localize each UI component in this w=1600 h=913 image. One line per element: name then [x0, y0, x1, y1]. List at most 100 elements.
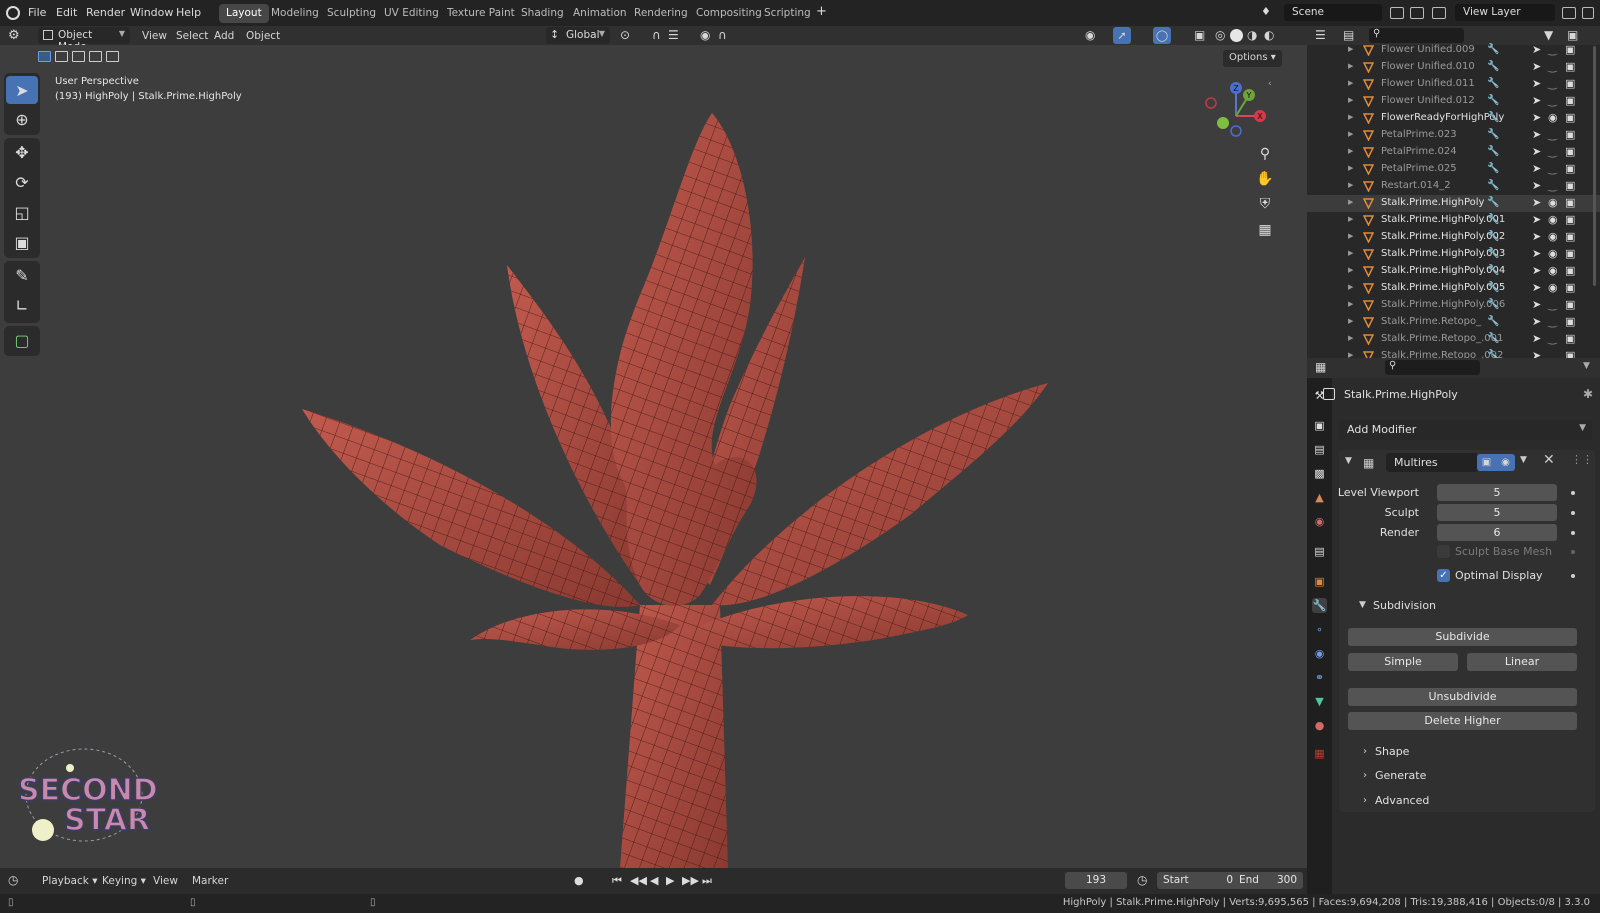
- editor-type-icon[interactable]: ⚙: [8, 28, 20, 43]
- 3d-viewport[interactable]: User Perspective (193) HighPoly | Stalk.…: [0, 45, 1307, 868]
- modifier-icon[interactable]: 🔧: [1487, 214, 1499, 225]
- jump-start-icon[interactable]: ⏮: [612, 874, 622, 888]
- modifier-icon[interactable]: 🔧: [1487, 129, 1499, 140]
- optimal-display-checkbox[interactable]: ✓: [1437, 569, 1450, 582]
- outliner-editor-icon[interactable]: ☰: [1315, 28, 1326, 42]
- properties-editor-icon[interactable]: ▦: [1315, 360, 1326, 374]
- menu-render[interactable]: Render: [86, 6, 125, 19]
- visibility-eye-icon[interactable]: ◉: [1548, 230, 1558, 243]
- modifier-icon[interactable]: 🔧: [1487, 265, 1499, 276]
- visibility-eye-icon[interactable]: ‿: [1548, 145, 1557, 158]
- shape-section[interactable]: Shape: [1375, 745, 1409, 758]
- selectable-arrow-icon[interactable]: ➤: [1532, 94, 1541, 107]
- visibility-eye-icon[interactable]: ‿: [1548, 315, 1557, 328]
- expand-arrow-icon[interactable]: ▶: [1348, 317, 1353, 325]
- menu-file[interactable]: File: [28, 6, 46, 19]
- remove-view-layer-icon[interactable]: [1582, 7, 1594, 19]
- menu-object[interactable]: Object: [246, 30, 280, 42]
- selectable-arrow-icon[interactable]: ➤: [1532, 315, 1541, 328]
- render-camera-icon[interactable]: ▣: [1565, 281, 1575, 294]
- visibility-eye-icon[interactable]: ‿: [1548, 43, 1557, 56]
- selectable-arrow-icon[interactable]: ➤: [1532, 162, 1541, 175]
- simple-button[interactable]: Simple: [1348, 653, 1458, 671]
- visibility-eye-icon[interactable]: ◉: [1548, 281, 1558, 294]
- expand-arrow-icon[interactable]: ▶: [1348, 266, 1353, 274]
- view-layer-icon[interactable]: [1432, 7, 1446, 19]
- render-camera-icon[interactable]: ▣: [1565, 349, 1575, 358]
- scene-selector[interactable]: Scene: [1284, 4, 1382, 21]
- modifier-icon[interactable]: 🔧: [1487, 180, 1499, 191]
- render-camera-icon[interactable]: ▣: [1565, 128, 1575, 141]
- visibility-eye-icon[interactable]: ‿: [1548, 298, 1557, 311]
- render-camera-icon[interactable]: ▣: [1565, 196, 1575, 209]
- render-camera-icon[interactable]: ▣: [1565, 213, 1575, 226]
- render-camera-icon[interactable]: ▣: [1565, 145, 1575, 158]
- expand-arrow-icon[interactable]: ▶: [1348, 351, 1353, 358]
- outliner-row[interactable]: ▶ Stalk.Prime.HighPoly 🔧 ➤ ◉ ▣: [1307, 195, 1600, 212]
- collection-tab-icon[interactable]: ▤: [1312, 544, 1327, 559]
- gizmo-toggle-icon[interactable]: ➚: [1113, 27, 1131, 44]
- keying-menu[interactable]: Keying ▾: [102, 875, 146, 887]
- modifier-icon[interactable]: 🔧: [1487, 231, 1499, 242]
- expand-arrow-icon[interactable]: ▶: [1348, 45, 1353, 53]
- tab-shading[interactable]: Shading: [514, 4, 571, 23]
- current-frame-field[interactable]: 193: [1065, 872, 1127, 889]
- render-camera-icon[interactable]: ▣: [1565, 230, 1575, 243]
- modifier-icon[interactable]: 🔧: [1487, 333, 1499, 344]
- playback-menu[interactable]: Playback ▾: [42, 875, 97, 887]
- outliner-search-input[interactable]: ⚲: [1369, 28, 1464, 43]
- modifier-icon[interactable]: 🔧: [1487, 299, 1499, 310]
- show-render-icon[interactable]: ◉: [1496, 454, 1515, 471]
- outliner-row[interactable]: ▶ Flower Unified.009 🔧 ➤ ‿ ▣: [1307, 42, 1600, 59]
- orientation-dropdown[interactable]: ↕ Global ▼: [546, 27, 610, 44]
- tab-modeling[interactable]: Modeling: [264, 4, 326, 23]
- modifier-name-field[interactable]: Multires: [1386, 453, 1478, 472]
- modifier-icon[interactable]: 🔧: [1487, 282, 1499, 293]
- visibility-eye-icon[interactable]: ‿: [1548, 349, 1557, 358]
- selectable-arrow-icon[interactable]: ➤: [1532, 60, 1541, 73]
- expand-arrow-icon[interactable]: ▶: [1348, 249, 1353, 257]
- output-tab-icon[interactable]: ▤: [1312, 442, 1327, 457]
- prev-keyframe-icon[interactable]: ◀◀: [630, 874, 647, 887]
- advanced-chevron-icon[interactable]: ›: [1363, 795, 1367, 806]
- generate-chevron-icon[interactable]: ›: [1363, 770, 1367, 781]
- keyframe-dot[interactable]: [1571, 531, 1575, 535]
- new-view-layer-icon[interactable]: [1562, 7, 1576, 19]
- show-viewport-icon[interactable]: ▣: [1477, 454, 1496, 471]
- render-camera-icon[interactable]: ▣: [1565, 332, 1575, 345]
- modifier-icon[interactable]: 🔧: [1487, 350, 1499, 358]
- render-level-field[interactable]: 6: [1437, 524, 1557, 541]
- jump-end-icon[interactable]: ⏭: [702, 874, 712, 888]
- display-mode-icon[interactable]: ▤: [1343, 28, 1354, 42]
- outliner-row[interactable]: ▶ Stalk.Prime.HighPoly.004 🔧 ➤ ◉ ▣: [1307, 263, 1600, 280]
- outliner-row[interactable]: ▶ FlowerReadyForHighPoly 🔧 ➤ ◉ ▣: [1307, 110, 1600, 127]
- outliner-row[interactable]: ▶ Flower Unified.011 🔧 ➤ ‿ ▣: [1307, 76, 1600, 93]
- particles-tab-icon[interactable]: ∘: [1312, 622, 1327, 637]
- visibility-eye-icon[interactable]: ‿: [1548, 60, 1557, 73]
- modifier-tab-icon[interactable]: 🔧: [1312, 598, 1327, 613]
- object-tab-icon[interactable]: ▣: [1312, 574, 1327, 589]
- visibility-eye-icon[interactable]: ◉: [1548, 264, 1558, 277]
- subdivision-label[interactable]: Subdivision: [1373, 599, 1436, 612]
- material-shading-icon[interactable]: ◑: [1247, 28, 1257, 42]
- chevron-down-icon[interactable]: ▼: [1583, 361, 1590, 371]
- selectable-arrow-icon[interactable]: ➤: [1532, 128, 1541, 141]
- menu-view[interactable]: View: [142, 30, 167, 42]
- render-camera-icon[interactable]: ▣: [1565, 179, 1575, 192]
- snap-icon[interactable]: ∩: [652, 28, 661, 42]
- modifier-icon[interactable]: 🔧: [1487, 61, 1499, 72]
- timeline-editor-icon[interactable]: ◷: [8, 873, 18, 887]
- filter-icon[interactable]: ▼: [1544, 28, 1553, 42]
- selectable-arrow-icon[interactable]: ➤: [1532, 264, 1541, 277]
- render-camera-icon[interactable]: ▣: [1565, 94, 1575, 107]
- data-tab-icon[interactable]: ▼: [1312, 694, 1327, 709]
- tab-layout[interactable]: Layout: [219, 4, 269, 23]
- outliner-row[interactable]: ▶ PetalPrime.025 🔧 ➤ ‿ ▣: [1307, 161, 1600, 178]
- pivot-icon[interactable]: ⊙: [620, 28, 630, 42]
- render-camera-icon[interactable]: ▣: [1565, 111, 1575, 124]
- collapse-chevron-icon[interactable]: ▼: [1345, 456, 1352, 466]
- modifier-icon[interactable]: 🔧: [1487, 197, 1499, 208]
- selectable-arrow-icon[interactable]: ➤: [1532, 332, 1541, 345]
- solid-shading-icon[interactable]: [1230, 29, 1243, 42]
- expand-arrow-icon[interactable]: ▶: [1348, 96, 1353, 104]
